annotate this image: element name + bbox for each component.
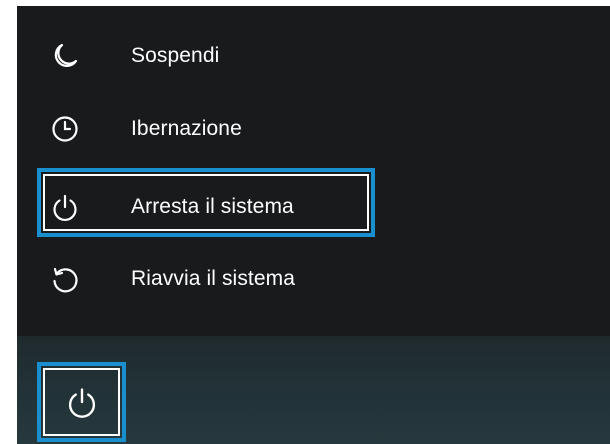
menu-item-sleep[interactable]: Sospendi bbox=[17, 26, 610, 86]
clock-icon bbox=[50, 114, 80, 144]
restart-icon bbox=[50, 264, 80, 294]
moon-icon bbox=[50, 41, 80, 71]
menu-item-label: Arresta il sistema bbox=[131, 195, 294, 218]
menu-item-shutdown[interactable]: Arresta il sistema bbox=[17, 177, 610, 237]
menu-item-hibernate[interactable]: Ibernazione bbox=[17, 99, 610, 159]
menu-item-label: Ibernazione bbox=[131, 117, 242, 140]
menu-item-label: Riavvia il sistema bbox=[131, 267, 296, 290]
power-icon bbox=[65, 385, 99, 419]
menu-item-restart[interactable]: Riavvia il sistema bbox=[17, 249, 610, 309]
screen: Sospendi Ibernazione Arresta il sistema … bbox=[0, 0, 610, 444]
menu-item-label: Sospendi bbox=[131, 44, 220, 67]
power-button[interactable] bbox=[37, 362, 126, 442]
power-icon bbox=[50, 192, 80, 222]
